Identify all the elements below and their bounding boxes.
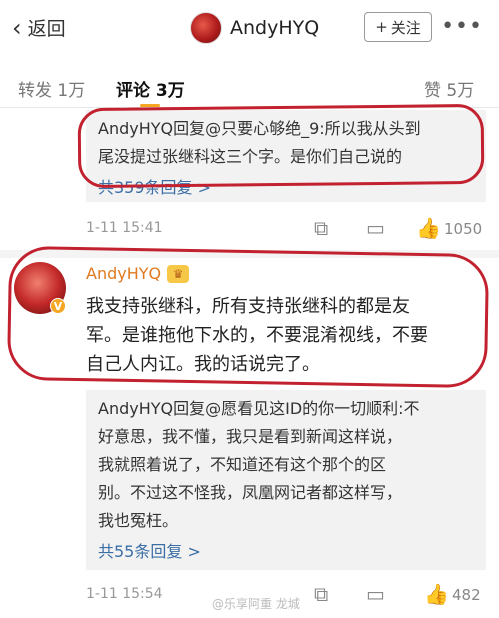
- like-count: 1050: [444, 220, 483, 238]
- reply-line: 我也冤枉。: [98, 511, 179, 530]
- comment-meta: 1-11 15:41 ⧉ ▭ 👍 1050: [0, 212, 499, 248]
- reply-box[interactable]: AndyHYQ回复@愿看见这ID的你一切顺利:不 好意思，我不懂，我只是看到新闻…: [86, 390, 486, 570]
- back-button[interactable]: ‹ 返回: [12, 14, 66, 41]
- reply-line: 别。不过这不怪我，凤凰网记者都这样写，: [98, 483, 403, 502]
- timestamp: 1-11 15:54: [86, 586, 163, 602]
- avatar[interactable]: [190, 12, 222, 44]
- nav-bar: ‹ 返回 AndyHYQ + 关注 •••: [0, 0, 499, 60]
- thumbs-up-icon[interactable]: 👍: [424, 582, 449, 606]
- like-count: 482: [452, 586, 481, 604]
- comment-icon[interactable]: ▭: [366, 582, 385, 606]
- tab-comments[interactable]: 评论 3万: [116, 76, 185, 101]
- chevron-left-icon: ‹: [12, 13, 22, 42]
- follow-label: 关注: [390, 18, 421, 37]
- thumbs-up-icon[interactable]: 👍: [416, 216, 441, 240]
- nav-profile[interactable]: AndyHYQ: [190, 12, 319, 44]
- share-icon[interactable]: ⧉: [314, 582, 328, 606]
- reply-line: AndyHYQ回复@愿看见这ID的你一切顺利:不: [98, 399, 420, 418]
- comment-icon[interactable]: ▭: [366, 216, 385, 240]
- tab-likes[interactable]: 赞 5万: [424, 76, 474, 101]
- more-icon[interactable]: •••: [441, 14, 483, 39]
- timestamp: 1-11 15:41: [86, 220, 163, 236]
- follow-button[interactable]: + 关注: [364, 12, 432, 42]
- annotation-circle: [6, 245, 490, 389]
- annotation-circle: [77, 103, 485, 189]
- tab-bar: 转发 1万 评论 3万 赞 5万: [0, 64, 499, 108]
- reply-line: 我就照着说了，不知道还有这个那个的区: [98, 455, 387, 474]
- plus-icon: +: [375, 18, 388, 36]
- reply-line: 好意思，我不懂，我只是看到新闻这样说，: [98, 427, 403, 446]
- share-icon[interactable]: ⧉: [314, 216, 328, 240]
- back-label: 返回: [27, 18, 66, 40]
- tab-repost[interactable]: 转发 1万: [18, 76, 85, 101]
- page-title: AndyHYQ: [230, 17, 320, 39]
- more-replies-link[interactable]: 共55条回复 >: [98, 538, 201, 562]
- watermark: @乐享阿重 龙城: [212, 597, 300, 611]
